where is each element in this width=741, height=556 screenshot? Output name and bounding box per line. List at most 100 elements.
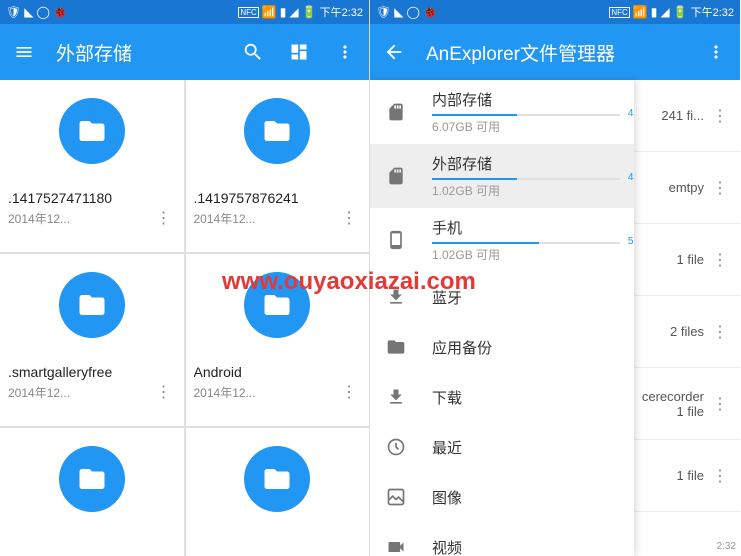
item-name: .1419757876241 <box>194 190 362 206</box>
folder-item[interactable]: Android 2014年12... ⋮ <box>186 254 370 426</box>
file-more-button[interactable]: ⋮ <box>708 106 732 126</box>
file-info: 2 files <box>670 324 704 339</box>
drawer-item-sub: 1.02GB 可用 <box>432 182 620 199</box>
storage-progress: 57% <box>432 242 620 244</box>
navigation-drawer: 内部存储 45% 6.07GB 可用 外部存储 45% 1.02GB 可用 手机… <box>370 80 634 556</box>
storage-progress: 45% <box>432 178 620 180</box>
wifi-icon: 📶 <box>262 5 277 19</box>
folder-item[interactable]: .smartgalleryfree 2014年12... ⋮ <box>0 254 184 426</box>
item-more-button[interactable]: ⋮ <box>337 208 361 228</box>
drawer-item[interactable]: 手机 57% 1.02GB 可用 <box>370 208 634 272</box>
progress-percent: 45% <box>628 108 634 119</box>
download-icon <box>384 287 408 307</box>
drawer-item[interactable]: 视频 <box>370 522 634 556</box>
drawer-item-sub: 6.07GB 可用 <box>432 118 620 135</box>
item-more-button[interactable]: ⋮ <box>152 208 176 228</box>
drawer-item-title: 图像 <box>432 487 620 508</box>
nfc-icon: NFC <box>238 7 258 18</box>
folder-item[interactable]: .1417527471180 2014年12... ⋮ <box>0 80 184 252</box>
app-bar-left: 外部存储 <box>0 24 369 80</box>
drawer-item[interactable]: 最近 <box>370 422 634 472</box>
item-more-button[interactable]: ⋮ <box>152 382 176 402</box>
location-icon: ◯ <box>36 5 49 19</box>
drawer-item-sub: 1.02GB 可用 <box>432 246 620 263</box>
drawer-item[interactable]: 内部存储 45% 6.07GB 可用 <box>370 80 634 144</box>
page-title-right: AnExplorer文件管理器 <box>426 39 704 66</box>
file-more-button[interactable]: ⋮ <box>708 466 732 486</box>
drawer-item[interactable]: 蓝牙 <box>370 272 634 322</box>
file-row[interactable]: cerecorder1 file ⋮ <box>634 368 740 440</box>
file-more-button[interactable]: ⋮ <box>708 394 732 414</box>
drawer-item-title: 下载 <box>432 387 620 408</box>
status-time: 下午2:32 <box>691 4 734 20</box>
item-name: .smartgalleryfree <box>8 364 176 380</box>
folder-icon <box>59 98 125 164</box>
drawer-item[interactable]: 外部存储 45% 1.02GB 可用 <box>370 144 634 208</box>
file-info: emtpy <box>669 180 704 195</box>
item-date: 2014年12... <box>194 384 256 401</box>
page-title-left: 外部存储 <box>56 39 241 66</box>
shield-icon: 🛡 <box>6 5 21 19</box>
folder-item[interactable] <box>0 428 184 556</box>
file-more-button[interactable]: ⋮ <box>708 178 732 198</box>
nfc-icon: NFC <box>609 7 629 18</box>
location-icon: ◯ <box>406 5 419 19</box>
search-button[interactable] <box>241 40 265 64</box>
drawer-item-title: 最近 <box>432 437 620 458</box>
view-button[interactable] <box>287 40 311 64</box>
file-row[interactable]: 2 files ⋮ <box>634 296 740 368</box>
folder-item[interactable]: .1419757876241 2014年12... ⋮ <box>186 80 370 252</box>
item-more-button[interactable]: ⋮ <box>337 382 361 402</box>
clock-icon <box>384 437 408 457</box>
phone-icon <box>384 230 408 250</box>
back-button[interactable] <box>382 40 406 64</box>
bug-icon: 🐞 <box>53 5 68 19</box>
sd-icon <box>384 166 408 186</box>
file-list: 2:32 241 fi... ⋮emtpy ⋮1 file ⋮2 files ⋮… <box>634 80 740 556</box>
shield-icon: 🛡 <box>376 5 391 19</box>
drawer-item-title: 蓝牙 <box>432 287 620 308</box>
file-more-button[interactable]: ⋮ <box>708 250 732 270</box>
progress-percent: 45% <box>628 172 634 183</box>
drawer-item-title: 视频 <box>432 537 620 556</box>
folder-icon <box>384 337 408 357</box>
progress-percent: 57% <box>628 236 634 247</box>
folder-icon <box>244 98 310 164</box>
folder-item[interactable] <box>186 428 370 556</box>
file-info: cerecorder1 file <box>642 389 704 419</box>
drawer-item[interactable]: 下载 <box>370 372 634 422</box>
status-bar-left: 🛡 ◣ ◯ 🐞 NFC 📶 ▮ ◢ 🔋 下午2:32 <box>0 0 369 24</box>
folder-icon <box>59 272 125 338</box>
status-bar-right: 🛡 ◣ ◯ 🐞 NFC 📶 ▮ ◢ 🔋 下午2:32 <box>370 0 740 24</box>
file-more-button[interactable]: ⋮ <box>708 322 732 342</box>
file-info: 1 file <box>677 252 704 267</box>
file-row[interactable]: 241 fi... ⋮ <box>634 80 740 152</box>
download-icon <box>384 387 408 407</box>
signal2-icon: ◢ <box>660 5 669 19</box>
drawer-item[interactable]: 图像 <box>370 472 634 522</box>
signal-icon: ▮ <box>651 5 658 19</box>
folder-icon <box>59 446 125 512</box>
item-name: .1417527471180 <box>8 190 176 206</box>
drawer-item-title: 应用备份 <box>432 337 620 358</box>
menu-button[interactable] <box>12 40 36 64</box>
timestamp: 2:32 <box>717 541 736 552</box>
folder-grid: .1417527471180 2014年12... ⋮ .14197578762… <box>0 80 369 556</box>
drawer-item[interactable]: 应用备份 <box>370 322 634 372</box>
item-date: 2014年12... <box>8 384 70 401</box>
battery-icon: 🔋 <box>673 5 688 19</box>
item-date: 2014年12... <box>8 210 70 227</box>
file-row[interactable]: 1 file ⋮ <box>634 224 740 296</box>
drawer-item-title: 外部存储 <box>432 153 620 174</box>
item-name: Android <box>194 364 362 380</box>
more-button[interactable] <box>333 40 357 64</box>
file-row[interactable]: 1 file ⋮ <box>634 440 740 512</box>
file-info: 1 file <box>677 468 704 483</box>
sd-icon <box>384 102 408 122</box>
bookmark-icon: ◣ <box>24 5 33 19</box>
file-info: 241 fi... <box>661 108 704 123</box>
more-button[interactable] <box>704 40 728 64</box>
drawer-item-title: 手机 <box>432 217 620 238</box>
file-row[interactable]: emtpy ⋮ <box>634 152 740 224</box>
storage-progress: 45% <box>432 114 620 116</box>
